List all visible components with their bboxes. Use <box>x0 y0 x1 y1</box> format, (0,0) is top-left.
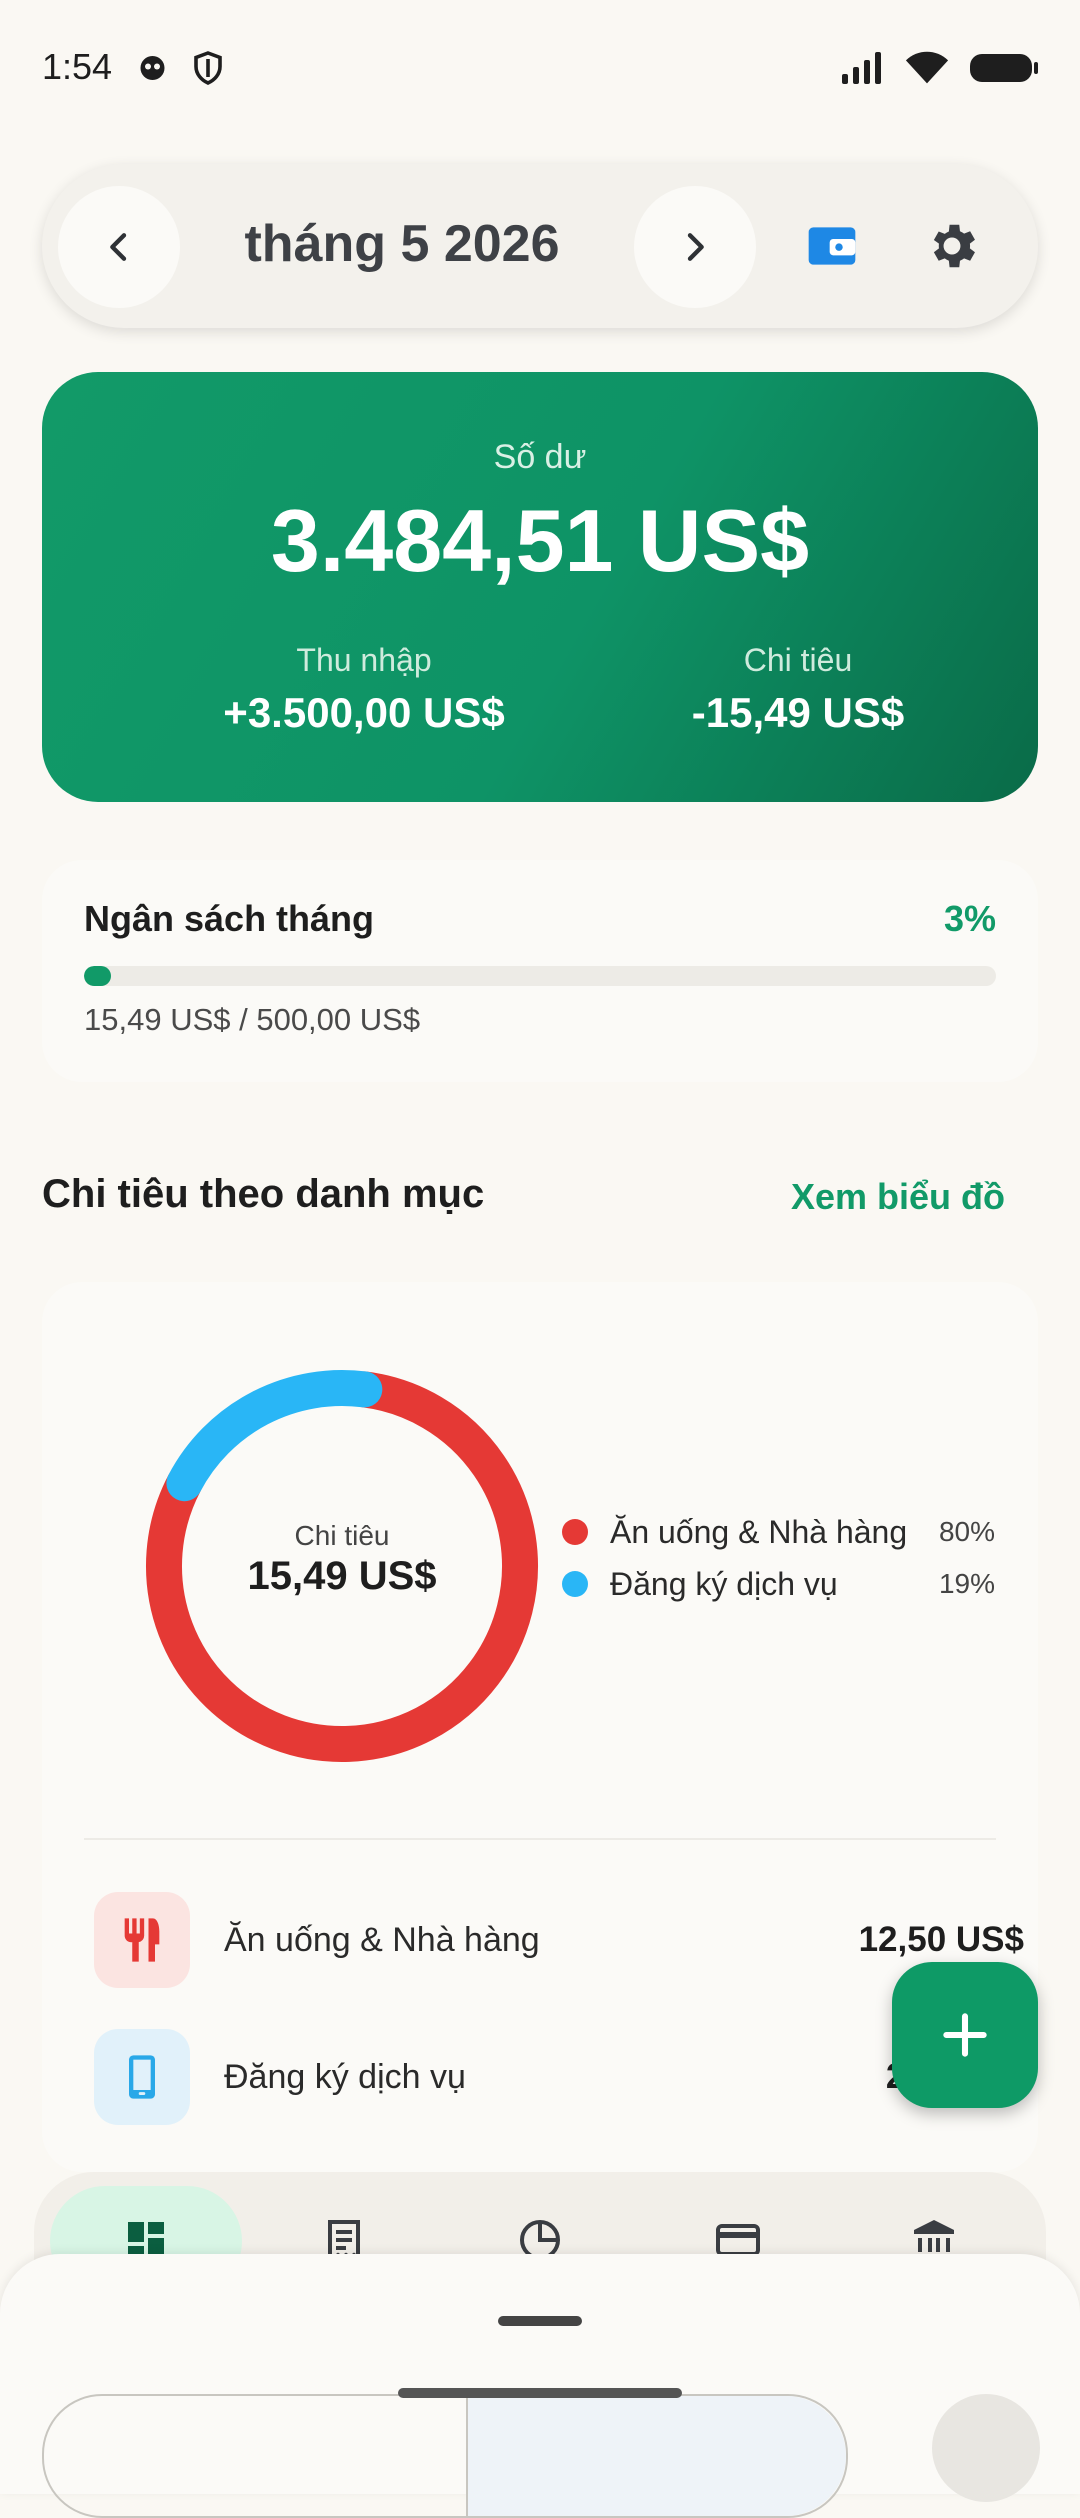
expense-label: Chi tiêu <box>743 642 853 678</box>
home-indicator[interactable] <box>398 2388 682 2398</box>
category-section-title: Chi tiêu theo danh mục <box>42 1172 485 1216</box>
month-title: tháng 5 2026 <box>244 215 560 273</box>
budget-title: Ngân sách tháng <box>84 898 375 939</box>
category-card: Chi tiêu 15,49 US$ Ăn uống & Nhà hàng 80… <box>42 1282 1038 2172</box>
gear-icon <box>933 224 975 268</box>
balance-card: Số dư 3.484,51 US$ Thu nhập +3.500,00 US… <box>42 372 1038 802</box>
legend-item: Đăng ký dịch vụ 19% <box>562 1559 1037 1609</box>
category-amount: 12,50 US$ <box>858 1920 1024 1959</box>
restaurant-icon <box>94 1892 190 1988</box>
donut-center-value: 15,49 US$ <box>247 1554 437 1598</box>
sheet-segment-divider <box>466 2396 468 2516</box>
wallet-button[interactable] <box>802 216 862 276</box>
income-value: +3.500,00 US$ <box>223 689 505 736</box>
category-row-subscriptions[interactable]: Đăng ký dịch vụ 2,99 <box>94 2029 1024 2125</box>
category-name: Ăn uống & Nhà hàng <box>224 1920 540 1959</box>
status-time: 1:54 <box>42 46 113 87</box>
balance-value: 3.484,51 US$ <box>270 491 810 590</box>
previous-month-button[interactable] <box>58 186 180 308</box>
battery-icon <box>970 54 1038 82</box>
next-month-button[interactable] <box>634 186 756 308</box>
sheet-segment-right[interactable] <box>468 2396 846 2516</box>
income-label: Thu nhập <box>296 642 432 678</box>
budget-progress-fill <box>84 966 112 986</box>
legend-percent: 19% <box>938 1568 995 1599</box>
sheet-circle-button[interactable] <box>932 2394 1040 2502</box>
income-block: Thu nhập +3.500,00 US$ <box>154 642 574 737</box>
wallet-icon <box>808 227 856 265</box>
settings-button[interactable] <box>922 216 982 276</box>
legend-name: Đăng ký dịch vụ <box>610 1565 838 1602</box>
donut-slice[interactable] <box>166 1370 383 1502</box>
legend-percent: 80% <box>938 1516 995 1547</box>
bottom-sheet[interactable] <box>0 2254 1080 2518</box>
chevron-left-icon <box>110 233 127 261</box>
budget-percent: 3% <box>943 898 996 939</box>
category-name: Đăng ký dịch vụ <box>224 2057 466 2096</box>
sheet-segmented-control[interactable] <box>42 2394 848 2518</box>
expense-block: Chi tiêu -15,49 US$ <box>588 642 1008 737</box>
month-header: tháng 5 2026 <box>42 164 1038 328</box>
legend-item: Ăn uống & Nhà hàng 80% <box>562 1507 1037 1557</box>
donut-center-label: Chi tiêu <box>294 1520 390 1551</box>
category-row-dining[interactable]: Ăn uống & Nhà hàng 12,50 US$ <box>94 1892 1024 1988</box>
shield-icon <box>194 51 222 85</box>
sheet-drag-handle[interactable] <box>498 2316 582 2326</box>
divider <box>84 1838 996 1840</box>
phone-icon <box>94 2029 190 2125</box>
budget-amount: 15,49 US$ / 500,00 US$ <box>84 1002 421 1037</box>
status-right-icons <box>840 50 1040 86</box>
balance-label: Số dư <box>493 438 587 476</box>
view-chart-link[interactable]: Xem biểu đồ <box>791 1176 1005 1218</box>
budget-progress-track <box>84 966 996 986</box>
wifi-icon <box>905 51 949 84</box>
add-transaction-button[interactable] <box>892 1962 1038 2108</box>
plus-icon <box>943 2013 987 2057</box>
legend-dot <box>562 1519 588 1545</box>
signal-icon <box>842 52 881 84</box>
budget-card[interactable]: Ngân sách tháng 3% 15,49 US$ / 500,00 US… <box>42 860 1038 1082</box>
status-left-icons <box>136 50 226 86</box>
legend-name: Ăn uống & Nhà hàng <box>610 1513 908 1550</box>
expense-value: -15,49 US$ <box>691 689 905 736</box>
legend-dot <box>562 1571 588 1597</box>
notification-icon <box>140 56 165 80</box>
chevron-right-icon <box>687 233 704 261</box>
